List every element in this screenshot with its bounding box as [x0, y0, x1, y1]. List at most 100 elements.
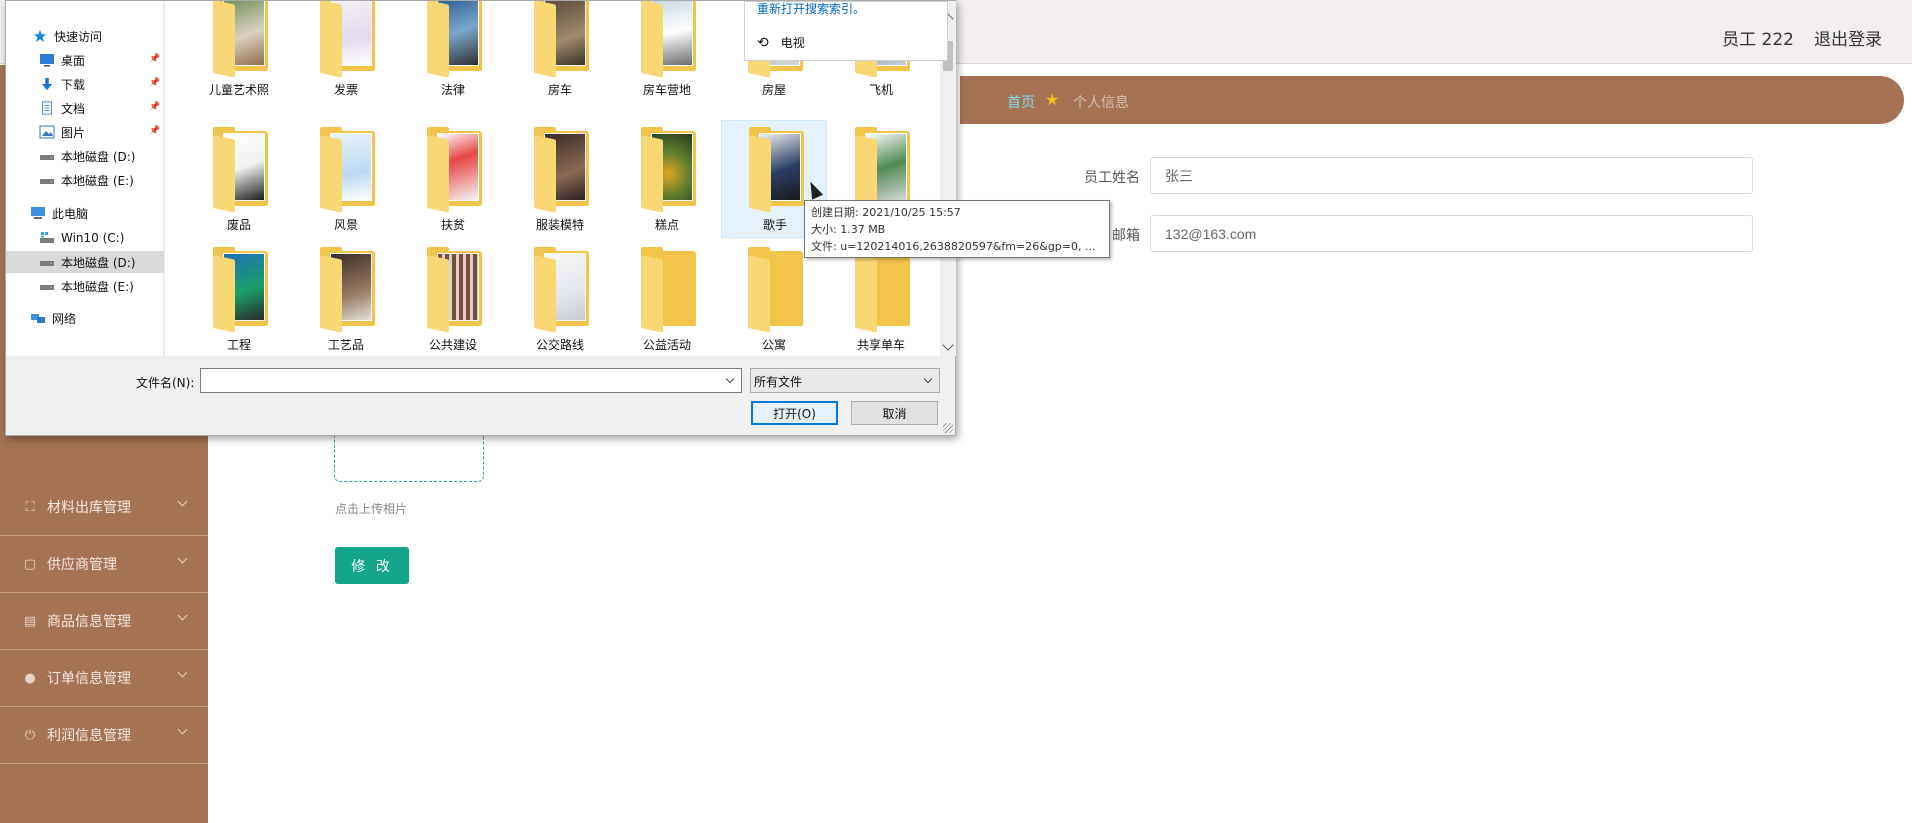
folder-front	[320, 255, 342, 333]
nav-downloads[interactable]: 下载 📌	[6, 73, 164, 95]
folder-tooltip: 创建日期: 2021/10/25 15:57 大小: 1.37 MB 文件: u…	[804, 200, 1110, 258]
disk-icon	[40, 261, 54, 266]
power-icon: ⏻	[24, 727, 36, 743]
cancel-button[interactable]: 取消	[851, 401, 938, 425]
nav-label: 下载	[61, 77, 86, 92]
folder-item[interactable]: 废品	[186, 121, 292, 239]
folder-front	[427, 135, 449, 213]
reopen-search-index-link[interactable]: 重新打开搜索索引。	[757, 0, 865, 17]
folder-item[interactable]: 公益活动	[614, 241, 720, 356]
history-icon: ⟲	[757, 34, 769, 51]
upload-hint: 点击上传相片	[335, 502, 408, 516]
folder-name: 风景	[333, 218, 358, 232]
folder-name: 工程	[226, 338, 251, 352]
navigation-pane: 快速访问 桌面 📌 下载 📌 文档 📌 图片 📌 本地磁盘 (D:) 本地磁盘 …	[6, 1, 164, 356]
folder-item[interactable]: 法律	[400, 1, 506, 104]
search-history-item[interactable]: ⟲ 电视	[757, 34, 805, 51]
folder-item[interactable]: 风景	[293, 121, 399, 239]
sidebar-item-order[interactable]: ● 订单信息管理	[0, 650, 208, 707]
name-field[interactable]	[1150, 157, 1753, 194]
folder-name: 发票	[333, 83, 358, 97]
nav-pictures[interactable]: 图片 📌	[6, 121, 164, 143]
folder-name: 房车营地	[642, 83, 691, 97]
nav-disk-d[interactable]: 本地磁盘 (D:)	[6, 251, 164, 273]
breadcrumb-home[interactable]: 首页	[1007, 92, 1035, 112]
nav-label: 文档	[61, 101, 86, 116]
scroll-down-icon[interactable]	[942, 339, 954, 351]
nav-documents[interactable]: 文档 📌	[6, 97, 164, 119]
pin-icon: 📌	[149, 54, 161, 64]
folder-front	[748, 255, 770, 333]
user-icon: ●	[24, 670, 36, 686]
modify-button[interactable]: 修 改	[335, 547, 409, 584]
pictures-icon	[39, 125, 55, 139]
filename-input[interactable]	[200, 368, 742, 393]
folder-name: 飞机	[868, 83, 893, 97]
folder-item[interactable]: 扶贫	[400, 121, 506, 239]
search-suggestions: 重新打开搜索索引。 ⟲ 电视	[744, 1, 948, 61]
folder-item[interactable]: 工艺品	[293, 241, 399, 356]
tooltip-size: 大小: 1.37 MB	[811, 223, 886, 236]
nav-network[interactable]: 网络	[6, 307, 164, 329]
open-button[interactable]: 打开(O)	[751, 401, 838, 425]
folder-item[interactable]: 工程	[186, 241, 292, 356]
folder-item[interactable]: 服装模特	[507, 121, 613, 239]
chevron-down-icon[interactable]	[725, 374, 735, 384]
resize-grip-icon[interactable]	[943, 423, 953, 433]
nav-disk-e-quick[interactable]: 本地磁盘 (E:)	[6, 169, 164, 191]
folder-front	[320, 1, 342, 78]
folder-name: 儿童艺术照	[208, 83, 269, 97]
pin-icon: 📌	[149, 126, 161, 136]
email-field[interactable]	[1150, 215, 1753, 252]
folder-name: 糕点	[654, 218, 679, 232]
filename-label: 文件名(N):	[136, 376, 195, 390]
disk-icon	[40, 285, 54, 290]
disk-icon	[40, 155, 54, 160]
pin-icon: 📌	[149, 78, 161, 88]
folder-front	[320, 135, 342, 213]
nav-disk-d-quick[interactable]: 本地磁盘 (D:)	[6, 145, 164, 167]
star-icon: ★	[1045, 90, 1060, 109]
folder-front	[641, 1, 663, 78]
disk-icon	[40, 179, 54, 184]
folder-item[interactable]: 发票	[293, 1, 399, 104]
folder-name: 废品	[226, 218, 251, 232]
nav-win10-c[interactable]: Win10 (C:)	[6, 227, 164, 249]
nav-this-pc[interactable]: 此电脑	[6, 202, 164, 224]
network-icon	[31, 314, 45, 323]
filetype-select[interactable]: 所有文件	[750, 368, 940, 393]
nav-label: 本地磁盘 (E:)	[61, 173, 134, 188]
sidebar-item-supplier[interactable]: ▢ 供应商管理	[0, 536, 208, 593]
sidebar-item-product[interactable]: ▤ 商品信息管理	[0, 593, 208, 650]
logout-link[interactable]: 退出登录	[1814, 25, 1882, 50]
computer-icon	[31, 207, 45, 219]
tooltip-files: 文件: u=120214016,2638820597&fm=26&gp=0, .…	[811, 240, 1096, 253]
folder-item[interactable]: 公寓	[721, 241, 827, 356]
nav-label: 快速访问	[54, 29, 103, 44]
breadcrumb-current: 个人信息	[1073, 95, 1129, 111]
chevron-down-icon	[923, 374, 933, 384]
folder-item[interactable]: 房车	[507, 1, 613, 104]
folder-front	[213, 255, 235, 333]
folder-name: 房车	[547, 83, 572, 97]
folder-item[interactable]: 糕点	[614, 121, 720, 239]
folder-front	[427, 1, 449, 78]
nav-desktop[interactable]: 桌面 📌	[6, 49, 164, 71]
history-label: 电视	[780, 36, 805, 50]
photo-upload-area[interactable]	[334, 432, 484, 482]
folder-item[interactable]: 公交路线	[507, 241, 613, 356]
sidebar-item-profit[interactable]: ⏻ 利润信息管理	[0, 707, 208, 764]
nav-quick-access[interactable]: 快速访问	[6, 25, 164, 47]
chevron-down-icon	[177, 496, 188, 507]
nav-label: 图片	[61, 125, 86, 140]
folder-item[interactable]: 房车营地	[614, 1, 720, 104]
folder-item[interactable]: 儿童艺术照	[186, 1, 292, 104]
folder-front	[534, 255, 556, 333]
folder-name: 法律	[440, 83, 465, 97]
sidebar-item-material-outbound[interactable]: ⛶ 材料出库管理	[0, 479, 208, 536]
folder-name: 扶贫	[440, 218, 465, 232]
folder-item[interactable]: 共享单车	[828, 241, 934, 356]
square-icon: ▢	[23, 556, 37, 572]
nav-disk-e[interactable]: 本地磁盘 (E:)	[6, 275, 164, 297]
folder-item[interactable]: 公共建设	[400, 241, 506, 356]
